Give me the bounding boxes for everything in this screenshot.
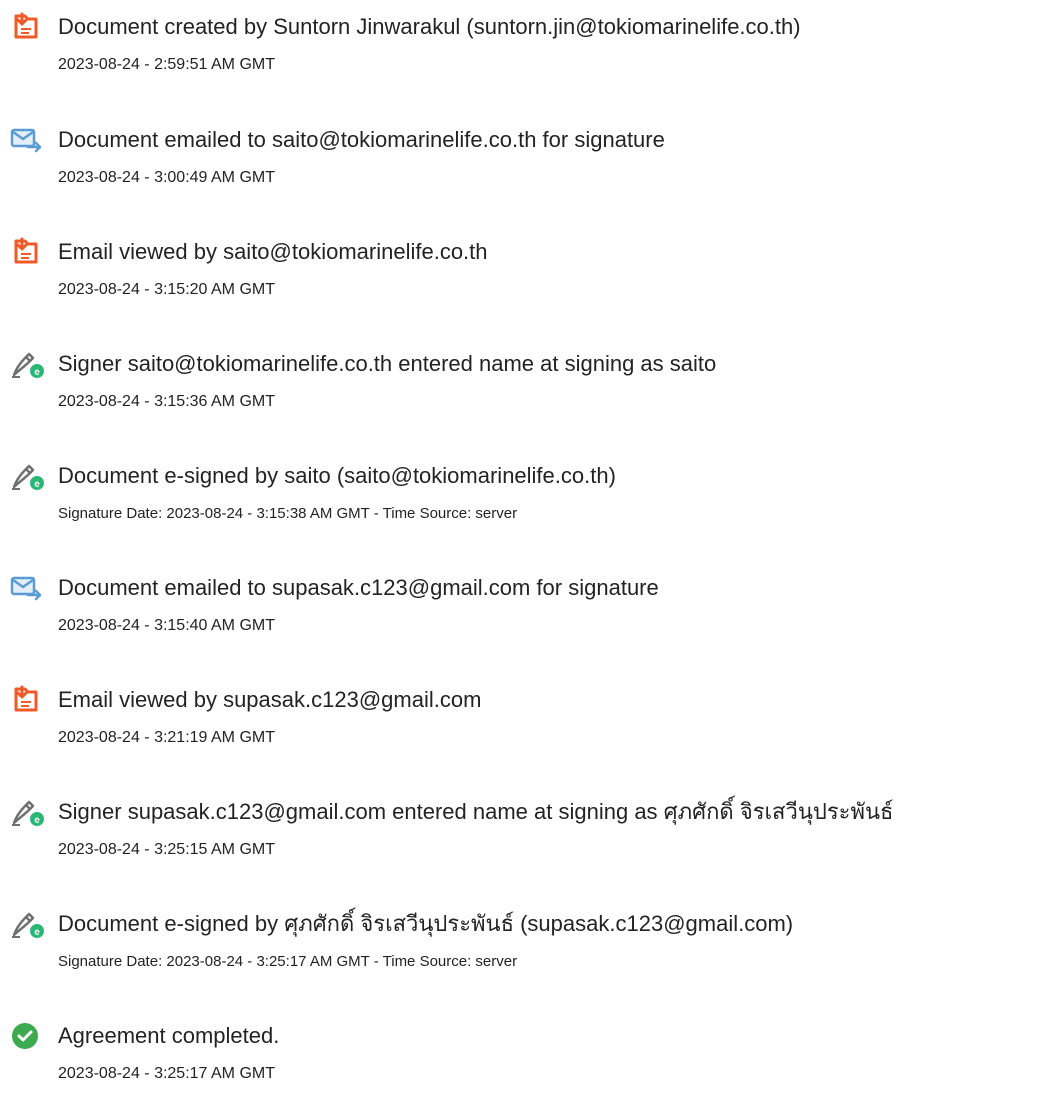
document-created-icon bbox=[8, 10, 46, 44]
event-title: Email viewed by saito@tokiomarinelife.co… bbox=[58, 239, 488, 264]
audit-event: e Document e-signed by ศุภศักดิ์ จิรเสวี… bbox=[0, 907, 1055, 987]
svg-text:e: e bbox=[34, 815, 40, 826]
event-title: Email viewed by supasak.c123@gmail.com bbox=[58, 687, 482, 712]
event-title: Document emailed to supasak.c123@gmail.c… bbox=[58, 575, 659, 600]
pen-sign-icon: e bbox=[8, 907, 46, 941]
event-timestamp: 2023-08-24 - 3:25:17 AM GMT bbox=[58, 1065, 275, 1082]
pen-sign-icon: e bbox=[8, 459, 46, 493]
audit-event: Email viewed by saito@tokiomarinelife.co… bbox=[0, 235, 1055, 315]
event-timestamp: 2023-08-24 - 3:25:15 AM GMT bbox=[58, 841, 275, 858]
pen-sign-icon: e bbox=[8, 347, 46, 381]
document-viewed-icon bbox=[8, 683, 46, 717]
document-viewed-icon bbox=[8, 235, 46, 269]
event-timestamp: 2023-08-24 - 3:15:40 AM GMT bbox=[58, 617, 275, 634]
svg-text:e: e bbox=[34, 367, 40, 378]
event-title: Document emailed to saito@tokiomarinelif… bbox=[58, 127, 665, 152]
audit-event: e Signer supasak.c123@gmail.com entered … bbox=[0, 795, 1055, 875]
audit-event: Email viewed by supasak.c123@gmail.com 2… bbox=[0, 683, 1055, 763]
event-signature-date: Signature Date: 2023-08-24 - 3:15:38 AM … bbox=[58, 505, 518, 522]
audit-event: Document created by Suntorn Jinwarakul (… bbox=[0, 10, 1055, 90]
event-title: Agreement completed. bbox=[58, 1023, 280, 1048]
audit-event: Document emailed to supasak.c123@gmail.c… bbox=[0, 571, 1055, 651]
email-sent-icon bbox=[8, 123, 46, 157]
event-timestamp: 2023-08-24 - 3:15:36 AM GMT bbox=[58, 393, 275, 410]
event-timestamp: 2023-08-24 - 2:59:51 AM GMT bbox=[58, 56, 275, 73]
audit-event: e Signer saito@tokiomarinelife.co.th ent… bbox=[0, 347, 1055, 427]
event-title: Document e-signed by saito (saito@tokiom… bbox=[58, 463, 616, 488]
event-title: Signer saito@tokiomarinelife.co.th enter… bbox=[58, 351, 717, 376]
svg-text:e: e bbox=[34, 479, 40, 490]
svg-text:e: e bbox=[34, 927, 40, 938]
audit-event: Agreement completed. 2023-08-24 - 3:25:1… bbox=[0, 1019, 1055, 1099]
email-sent-icon bbox=[8, 571, 46, 605]
event-title: Signer supasak.c123@gmail.com entered na… bbox=[58, 799, 894, 824]
audit-event: e Document e-signed by saito (saito@toki… bbox=[0, 459, 1055, 539]
event-title: Document e-signed by ศุภศักดิ์ จิรเสวีนุ… bbox=[58, 911, 794, 936]
audit-event: Document emailed to saito@tokiomarinelif… bbox=[0, 123, 1055, 203]
check-circle-icon bbox=[8, 1019, 46, 1053]
event-timestamp: 2023-08-24 - 3:15:20 AM GMT bbox=[58, 281, 275, 298]
event-signature-date: Signature Date: 2023-08-24 - 3:25:17 AM … bbox=[58, 953, 518, 970]
event-timestamp: 2023-08-24 - 3:00:49 AM GMT bbox=[58, 169, 275, 186]
event-title: Document created by Suntorn Jinwarakul (… bbox=[58, 14, 801, 39]
pen-sign-icon: e bbox=[8, 795, 46, 829]
event-timestamp: 2023-08-24 - 3:21:19 AM GMT bbox=[58, 729, 275, 746]
